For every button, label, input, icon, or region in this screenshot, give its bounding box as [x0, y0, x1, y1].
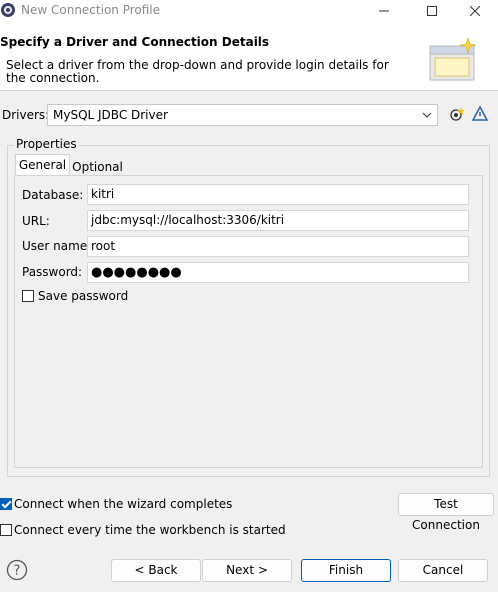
finish-button[interactable]: Finish: [301, 559, 391, 582]
maximize-icon: [427, 6, 437, 16]
username-field[interactable]: root: [87, 236, 469, 257]
drivers-label: Drivers:: [2, 108, 50, 122]
cancel-button[interactable]: Cancel: [398, 559, 488, 582]
next-button[interactable]: Next >: [202, 559, 292, 582]
drivers-dropdown[interactable]: MySQL JDBC Driver: [47, 104, 438, 126]
connect-on-finish-label: Connect when the wizard completes: [14, 497, 233, 511]
minimize-button[interactable]: [361, 0, 407, 22]
tab-optional[interactable]: Optional: [70, 158, 125, 175]
password-field[interactable]: ●●●●●●●●: [87, 262, 469, 283]
app-icon: [1, 3, 15, 17]
title-bar: New Connection Profile: [0, 0, 498, 22]
connect-on-startup-checkbox[interactable]: [0, 524, 12, 536]
new-driver-icon[interactable]: [449, 106, 465, 122]
maximize-button[interactable]: [409, 0, 455, 22]
chevron-down-icon: [422, 112, 432, 118]
page-description: Select a driver from the drop-down and p…: [6, 58, 389, 85]
test-connection-button[interactable]: Test Connection: [398, 493, 494, 532]
close-icon: [470, 6, 480, 16]
connect-on-finish-checkbox[interactable]: [0, 498, 12, 510]
url-field[interactable]: jdbc:mysql://localhost:3306/kitri: [87, 210, 469, 231]
svg-text:?: ?: [14, 564, 21, 579]
back-button[interactable]: < Back: [111, 559, 201, 582]
username-label: User name:: [22, 239, 92, 253]
database-label: Database:: [22, 188, 84, 202]
connect-on-startup-label: Connect every time the workbench is star…: [14, 523, 286, 537]
wizard-header: Specify a Driver and Connection Details …: [0, 22, 498, 90]
tab-general[interactable]: General: [15, 154, 70, 175]
password-label: Password:: [22, 265, 83, 279]
connection-profile-window: New Connection Profile Specify a Driver …: [0, 0, 498, 592]
page-title: Specify a Driver and Connection Details: [0, 35, 270, 49]
properties-group-label: Properties: [14, 137, 79, 151]
save-password-checkbox[interactable]: [22, 290, 34, 302]
save-password-label: Save password: [38, 289, 129, 303]
database-field[interactable]: kitri: [87, 184, 469, 205]
close-button[interactable]: [452, 0, 498, 22]
drivers-selected-value: MySQL JDBC Driver: [53, 108, 168, 122]
edit-driver-icon[interactable]: [472, 106, 488, 122]
wizard-banner-icon: [429, 37, 477, 81]
header-separator: [0, 90, 498, 91]
window-title: New Connection Profile: [21, 3, 161, 17]
help-icon[interactable]: ?: [6, 559, 28, 581]
minimize-icon: [379, 10, 389, 12]
url-label: URL:: [22, 214, 50, 228]
